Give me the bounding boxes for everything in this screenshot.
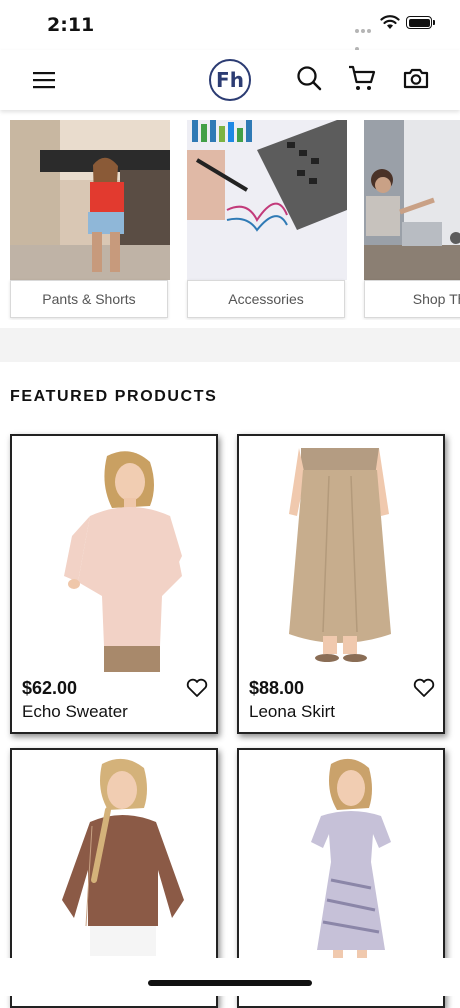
signal-dots-icon [355,20,377,51]
brand-logo[interactable]: Fh [209,59,251,101]
favorite-heart-icon[interactable] [186,678,208,698]
category-label: Pants & Shorts [10,280,168,318]
category-card-accessories[interactable]: Accessories [187,120,347,318]
product-card[interactable]: $88.00 Leona Skirt [237,434,445,734]
category-card-pants-shorts[interactable]: Pants & Shorts [10,120,170,318]
featured-products-title: FEATURED PRODUCTS [10,388,218,405]
product-card[interactable]: $62.00 Echo Sweater [10,434,218,734]
product-name: Echo Sweater [22,702,128,721]
product-image [239,750,443,986]
product-name: Leona Skirt [249,702,335,721]
wifi-icon [380,15,400,29]
search-icon[interactable] [295,64,323,92]
bottom-safe-area [0,958,460,996]
product-image [12,750,216,986]
product-image [239,436,443,672]
hamburger-menu-icon[interactable] [32,68,58,92]
status-bar: 2:11 [0,0,460,51]
product-image [12,436,216,672]
category-label: Shop The [364,280,460,318]
category-image-pants-shorts [10,120,170,280]
category-image-accessories [187,120,347,280]
status-time: 2:11 [47,14,95,36]
cart-icon[interactable] [348,64,376,92]
brand-logo-text: Fh [216,68,244,92]
category-label: Accessories [187,280,345,318]
section-divider [0,328,460,362]
product-price: $88.00 [249,678,305,698]
category-card-shop-the[interactable]: Shop The [364,120,460,318]
battery-icon [406,16,435,29]
home-indicator[interactable] [148,980,312,986]
category-carousel[interactable]: Pants & Shorts Accessories Shop T [0,120,460,320]
camera-icon[interactable] [402,64,430,92]
product-price: $62.00 [22,678,78,698]
category-image-shop-the [364,120,460,280]
favorite-heart-icon[interactable] [413,678,435,698]
app-header: Fh [0,50,460,110]
